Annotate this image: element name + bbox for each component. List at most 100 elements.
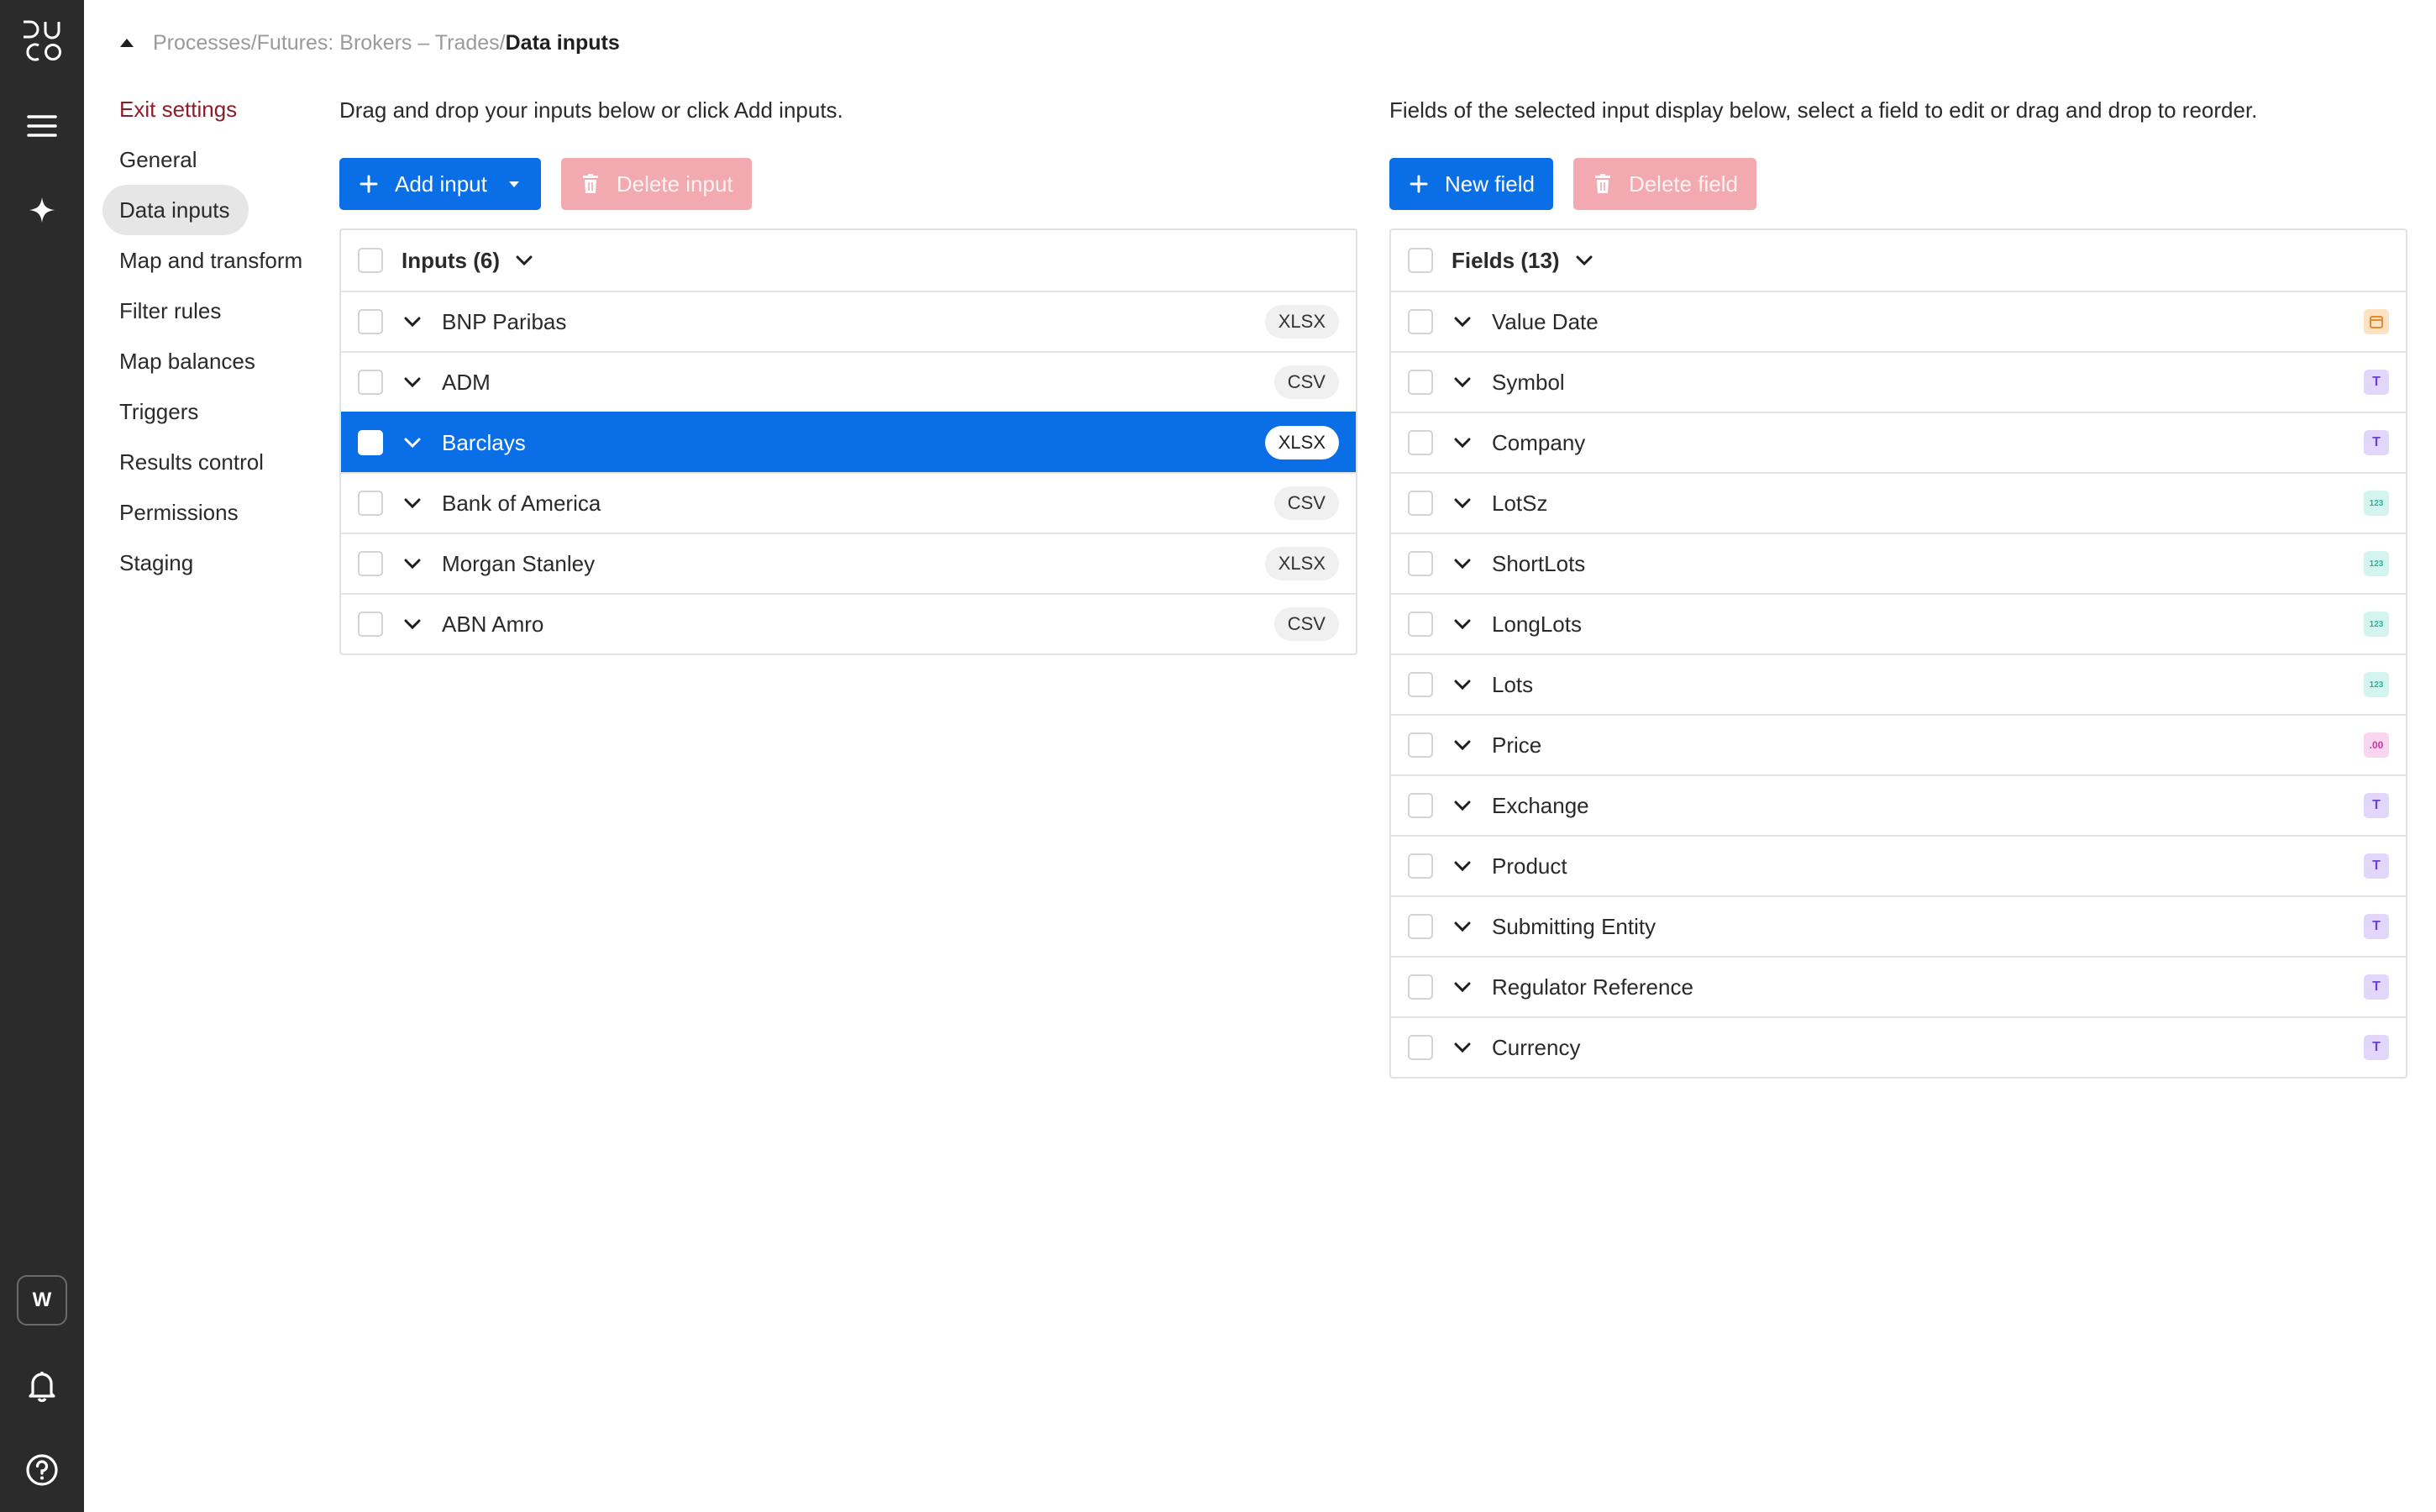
field-name: Regulator Reference — [1492, 974, 1693, 1000]
select-all-fields-checkbox[interactable] — [1408, 248, 1433, 273]
number-type-icon: 123 — [2364, 672, 2389, 697]
field-name: Currency — [1492, 1034, 1581, 1060]
workspace-avatar[interactable]: W — [17, 1275, 67, 1326]
nav-map-balances[interactable]: Map balances — [102, 336, 321, 386]
row-checkbox[interactable] — [1408, 309, 1433, 334]
chevron-down-icon[interactable] — [1453, 312, 1472, 331]
input-row[interactable]: ABN Amro CSV — [341, 593, 1356, 654]
field-row[interactable]: Regulator Reference T — [1391, 956, 2406, 1016]
bell-icon[interactable] — [22, 1366, 62, 1406]
row-checkbox[interactable] — [1408, 853, 1433, 879]
chevron-down-icon[interactable] — [1453, 917, 1472, 936]
menu-icon[interactable] — [22, 106, 62, 146]
field-row[interactable]: Price .00 — [1391, 714, 2406, 774]
chevron-down-icon[interactable] — [1453, 373, 1472, 391]
row-checkbox[interactable] — [1408, 551, 1433, 576]
row-checkbox[interactable] — [358, 430, 383, 455]
field-row[interactable]: Lots 123 — [1391, 654, 2406, 714]
chevron-down-icon[interactable] — [1453, 796, 1472, 815]
input-row-selected[interactable]: Barclays XLSX — [341, 412, 1356, 472]
input-row[interactable]: ADM CSV — [341, 351, 1356, 412]
nav-data-inputs[interactable]: Data inputs — [102, 185, 249, 235]
delete-input-button[interactable]: Delete input — [560, 158, 752, 210]
field-name: Company — [1492, 429, 1586, 455]
field-name: Value Date — [1492, 308, 1599, 334]
chevron-down-icon[interactable] — [515, 251, 533, 270]
row-checkbox[interactable] — [1408, 974, 1433, 1000]
chevron-down-icon[interactable] — [403, 312, 422, 331]
input-row[interactable]: Bank of America CSV — [341, 472, 1356, 533]
chevron-down-icon[interactable] — [403, 373, 422, 391]
nav-results-control[interactable]: Results control — [102, 437, 321, 487]
nav-permissions[interactable]: Permissions — [102, 487, 321, 538]
row-checkbox[interactable] — [1408, 1035, 1433, 1060]
chevron-down-icon[interactable] — [403, 494, 422, 512]
chevron-down-icon[interactable] — [1453, 675, 1472, 694]
chevron-down-icon[interactable] — [403, 615, 422, 633]
row-checkbox[interactable] — [1408, 793, 1433, 818]
inputs-table: Inputs (6) BNP Paribas XLSX ADM CSV Barc… — [339, 228, 1357, 655]
breadcrumb-current: Data inputs — [505, 30, 620, 55]
chevron-down-icon[interactable] — [1453, 978, 1472, 996]
collapse-caret-icon[interactable] — [118, 34, 136, 52]
row-checkbox[interactable] — [1408, 732, 1433, 758]
chevron-down-icon[interactable] — [403, 433, 422, 452]
breadcrumb-path[interactable]: Processes/Futures: Brokers – Trades/ — [153, 31, 506, 55]
field-row[interactable]: Product T — [1391, 835, 2406, 895]
add-input-button[interactable]: Add input — [339, 158, 541, 210]
row-checkbox[interactable] — [358, 491, 383, 516]
nav-map-and-transform[interactable]: Map and transform — [102, 235, 321, 286]
row-checkbox[interactable] — [1408, 370, 1433, 395]
chevron-down-icon[interactable] — [1453, 736, 1472, 754]
format-badge: XLSX — [1264, 547, 1339, 580]
settings-nav: Exit settings General Data inputs Map an… — [102, 84, 321, 588]
chevron-down-icon[interactable] — [1453, 554, 1472, 573]
nav-triggers[interactable]: Triggers — [102, 386, 321, 437]
chevron-down-icon[interactable] — [403, 554, 422, 573]
field-row[interactable]: LongLots 123 — [1391, 593, 2406, 654]
chevron-down-icon[interactable] — [1575, 251, 1593, 270]
row-checkbox[interactable] — [358, 370, 383, 395]
nav-exit-settings[interactable]: Exit settings — [102, 84, 321, 134]
chevron-down-icon[interactable] — [1453, 857, 1472, 875]
text-type-icon: T — [2364, 370, 2389, 395]
row-checkbox[interactable] — [1408, 491, 1433, 516]
chevron-down-icon[interactable] — [1453, 433, 1472, 452]
sparkle-icon[interactable] — [22, 190, 62, 230]
add-input-dropdown-icon[interactable] — [506, 176, 522, 192]
chevron-down-icon[interactable] — [1453, 615, 1472, 633]
field-row[interactable]: Submitting Entity T — [1391, 895, 2406, 956]
field-row[interactable]: Currency T — [1391, 1016, 2406, 1077]
nav-staging[interactable]: Staging — [102, 538, 321, 588]
chevron-down-icon[interactable] — [1453, 1038, 1472, 1057]
row-checkbox[interactable] — [358, 612, 383, 637]
field-name: LotSz — [1492, 490, 1548, 516]
input-row[interactable]: BNP Paribas XLSX — [341, 291, 1356, 351]
row-checkbox[interactable] — [358, 551, 383, 576]
fields-table: Fields (13) Value Date Symbol T Company … — [1389, 228, 2407, 1079]
field-row[interactable]: Value Date — [1391, 291, 2406, 351]
field-row[interactable]: Exchange T — [1391, 774, 2406, 835]
row-checkbox[interactable] — [1408, 672, 1433, 697]
new-field-button[interactable]: New field — [1389, 158, 1553, 210]
input-row[interactable]: Morgan Stanley XLSX — [341, 533, 1356, 593]
field-row[interactable]: ShortLots 123 — [1391, 533, 2406, 593]
row-checkbox[interactable] — [358, 309, 383, 334]
field-row[interactable]: Symbol T — [1391, 351, 2406, 412]
help-icon[interactable] — [22, 1450, 62, 1490]
input-name: ADM — [442, 369, 491, 395]
input-name: Barclays — [442, 429, 526, 455]
nav-general[interactable]: General — [102, 134, 321, 185]
row-checkbox[interactable] — [1408, 430, 1433, 455]
row-checkbox[interactable] — [1408, 612, 1433, 637]
field-row[interactable]: LotSz 123 — [1391, 472, 2406, 533]
chevron-down-icon[interactable] — [1453, 494, 1472, 512]
nav-filter-rules[interactable]: Filter rules — [102, 286, 321, 336]
row-checkbox[interactable] — [1408, 914, 1433, 939]
field-row[interactable]: Company T — [1391, 412, 2406, 472]
text-type-icon: T — [2364, 974, 2389, 1000]
inputs-toolbar: Add input Delete input — [339, 158, 1357, 210]
duco-logo[interactable] — [20, 18, 64, 62]
select-all-inputs-checkbox[interactable] — [358, 248, 383, 273]
delete-field-button[interactable]: Delete field — [1572, 158, 1757, 210]
